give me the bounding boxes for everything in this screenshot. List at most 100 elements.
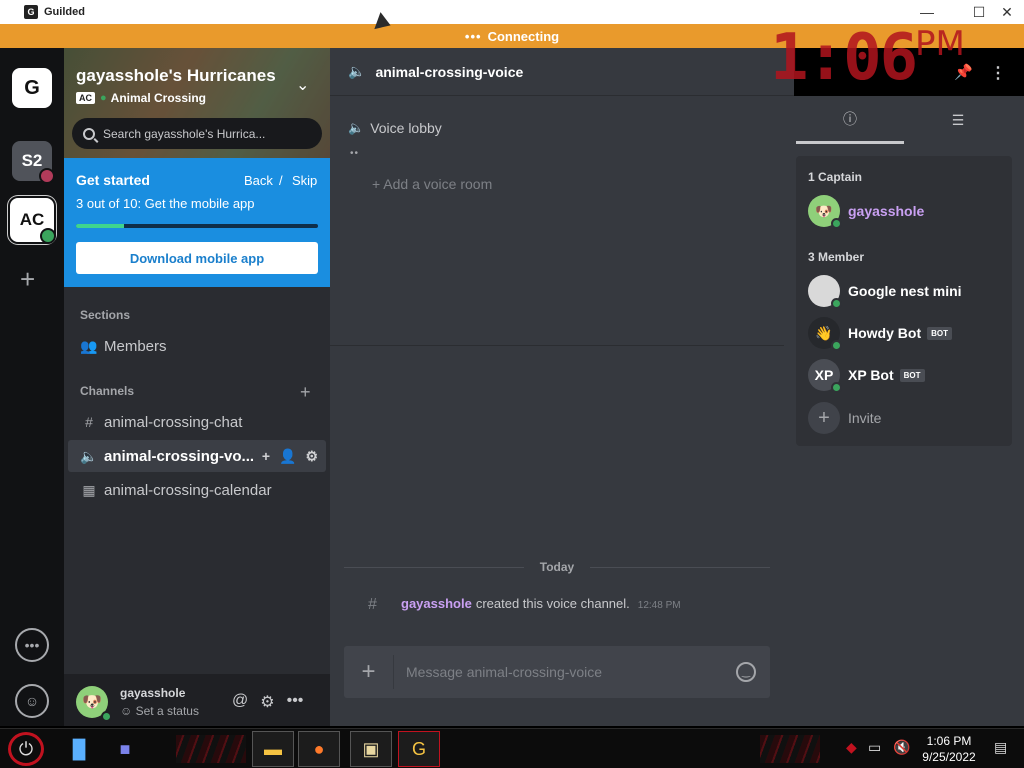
channel-header: 🔈 animal-crossing-voice xyxy=(330,48,794,96)
more-vertical-icon[interactable]: ⋮ xyxy=(990,63,1006,83)
sidebar-item-label: Members xyxy=(104,337,167,355)
lobby-loading-dots: •• xyxy=(350,148,360,159)
chat-bubble-icon[interactable]: ••• xyxy=(15,628,49,662)
avatar: 👋 xyxy=(808,317,842,351)
members-panel: ⓘ ☰ 1 Captain 🐶 gayasshole 3 Member Goog… xyxy=(794,96,1024,726)
server-guilded-home[interactable]: G xyxy=(12,68,52,108)
server-badge-icon xyxy=(39,168,55,184)
plus-icon: + xyxy=(808,402,840,434)
certificate-app-icon[interactable]: ▣ xyxy=(350,731,392,767)
online-status-icon xyxy=(831,340,842,351)
channel-item-voice[interactable]: 🔈 animal-crossing-vo... + 👤 ⚙ xyxy=(68,440,326,472)
member-howdy-bot[interactable]: 👋 Howdy Bot BOT xyxy=(808,316,1008,351)
speaker-icon: 🔈 xyxy=(348,63,366,79)
file-explorer-icon[interactable]: ▬ xyxy=(252,731,294,767)
task-view-icon[interactable]: ▐▌ xyxy=(58,731,100,767)
window-titlebar: G Guilded — ☐ ✕ xyxy=(0,0,1024,24)
taskbar-clock[interactable]: 1:06 PM 9/25/2022 xyxy=(914,733,984,765)
channel-label: animal-crossing-calendar xyxy=(104,481,272,499)
message-text: created this voice channel. xyxy=(475,596,630,611)
server-tag: AC xyxy=(76,92,95,104)
attach-plus-icon[interactable]: + xyxy=(344,655,394,689)
channel-sidebar: gayasshole's Hurricanes AC ● Animal Cros… xyxy=(64,48,330,726)
list-icon: ☰ xyxy=(951,111,965,128)
member-name: Google nest mini xyxy=(848,283,962,299)
member-google-nest[interactable]: Google nest mini xyxy=(808,274,1008,309)
gear-icon[interactable]: ⚙ xyxy=(305,448,318,465)
emoji-icon[interactable]: ‿ xyxy=(736,662,756,682)
date-separator-label: Today xyxy=(539,560,575,574)
member-captain[interactable]: 🐶 gayasshole xyxy=(808,194,1008,229)
add-icon[interactable]: + xyxy=(262,448,270,465)
voice-participants-card: 1 Captain 🐶 gayasshole 3 Member Google n… xyxy=(796,156,1012,446)
taskbar-time: 1:06 PM xyxy=(926,734,972,748)
volume-muted-icon[interactable]: 🔇 xyxy=(893,739,910,756)
channel-label: animal-crossing-vo... xyxy=(104,447,255,465)
hash-icon: # xyxy=(85,414,93,430)
channel-item-calendar[interactable]: ▦ animal-crossing-calendar xyxy=(68,474,326,506)
message-timestamp: 12:48 PM xyxy=(637,600,681,611)
member-header: 3 Member xyxy=(808,250,865,264)
server-ac[interactable]: AC xyxy=(10,198,56,244)
firefox-icon[interactable]: ● xyxy=(298,731,340,767)
download-mobile-app-button[interactable]: Download mobile app xyxy=(76,242,318,274)
server-label: S2 xyxy=(21,151,43,170)
taskbar-decoration xyxy=(176,735,246,763)
desktop-screen: G Guilded — ☐ ✕ ••• Connecting G S2 AC +… xyxy=(0,0,1024,768)
guilded-logo-icon: G xyxy=(24,5,38,19)
server-name[interactable]: gayasshole's Hurricanes xyxy=(76,66,276,86)
server-game: AC ● Animal Crossing xyxy=(76,91,206,105)
member-xp-bot[interactable]: XP XP Bot BOT xyxy=(808,358,1008,393)
sidebar-item-members[interactable]: 👥 Members xyxy=(68,330,326,362)
window-title: Guilded xyxy=(44,6,85,18)
member-name: Howdy Bot xyxy=(848,325,922,341)
get-started-progress-fill xyxy=(76,224,125,228)
start-button[interactable]: ⏻ xyxy=(8,732,44,766)
add-channel-icon[interactable]: + xyxy=(300,382,311,403)
system-message: # gayasshole created this voice channel.… xyxy=(368,596,681,613)
chevron-down-icon[interactable]: ⌄ xyxy=(296,75,309,95)
close-button[interactable]: ✕ xyxy=(990,0,1024,24)
invite-button[interactable]: + Invite xyxy=(808,402,881,434)
server-s2[interactable]: S2 xyxy=(12,141,55,184)
get-started-step: 3 out of 10: Get the mobile app xyxy=(76,196,255,211)
get-started-back-link[interactable]: Back xyxy=(244,173,273,188)
invite-user-icon[interactable]: 👤 xyxy=(279,448,296,465)
server-banner: gayasshole's Hurricanes AC ● Animal Cros… xyxy=(64,48,330,158)
tab-thread-list[interactable]: ☰ xyxy=(904,96,1012,144)
settings-gear-icon[interactable]: ⚙ xyxy=(260,692,274,712)
leaf-icon: ● xyxy=(100,92,107,104)
set-status-link[interactable]: ☺ Set a status xyxy=(120,704,199,718)
minimize-button[interactable]: — xyxy=(910,0,944,24)
security-icon[interactable]: ◆ xyxy=(846,739,857,756)
group-icon[interactable]: ☺ xyxy=(15,684,49,718)
get-started-panel: Get started Back / Skip 3 out of 10: Get… xyxy=(64,158,330,287)
notifications-icon[interactable]: ▤ xyxy=(994,739,1007,756)
more-icon[interactable]: ••• xyxy=(287,692,304,712)
guilded-taskbar-icon[interactable]: G xyxy=(398,731,440,767)
avatar: 🐶 xyxy=(808,195,842,229)
add-server-icon[interactable]: + xyxy=(20,264,35,295)
channel-item-chat[interactable]: # animal-crossing-chat xyxy=(68,406,326,438)
teams-chat-icon[interactable]: ■ xyxy=(104,731,146,767)
get-started-progress xyxy=(76,224,318,228)
server-rail: G S2 AC + ••• ☺ xyxy=(0,48,64,726)
tab-info[interactable]: ⓘ xyxy=(796,96,904,144)
bot-badge: BOT xyxy=(927,326,952,340)
pin-icon[interactable]: 📌 xyxy=(954,63,973,81)
bot-badge: BOT xyxy=(899,368,925,382)
channel-label: animal-crossing-chat xyxy=(104,413,243,431)
message-input[interactable]: Message animal-crossing-voice xyxy=(394,664,736,680)
channel-title: animal-crossing-voice xyxy=(375,63,524,80)
network-icon[interactable]: ▭ xyxy=(868,739,881,756)
mention-icon[interactable]: @ xyxy=(232,692,248,712)
voice-lobby[interactable]: 🔈 Voice lobby xyxy=(348,120,442,136)
server-search[interactable]: Search gayasshole's Hurrica... xyxy=(72,118,322,149)
taskbar-date: 9/25/2022 xyxy=(922,750,976,764)
captain-header: 1 Captain xyxy=(808,170,863,184)
add-voice-room-button[interactable]: + Add a voice room xyxy=(372,176,492,192)
connection-status-bar: ••• Connecting xyxy=(0,24,1024,48)
get-started-skip-link[interactable]: Skip xyxy=(292,173,317,188)
message-author[interactable]: gayasshole xyxy=(401,596,472,611)
message-composer: + Message animal-crossing-voice ‿ xyxy=(344,646,770,698)
